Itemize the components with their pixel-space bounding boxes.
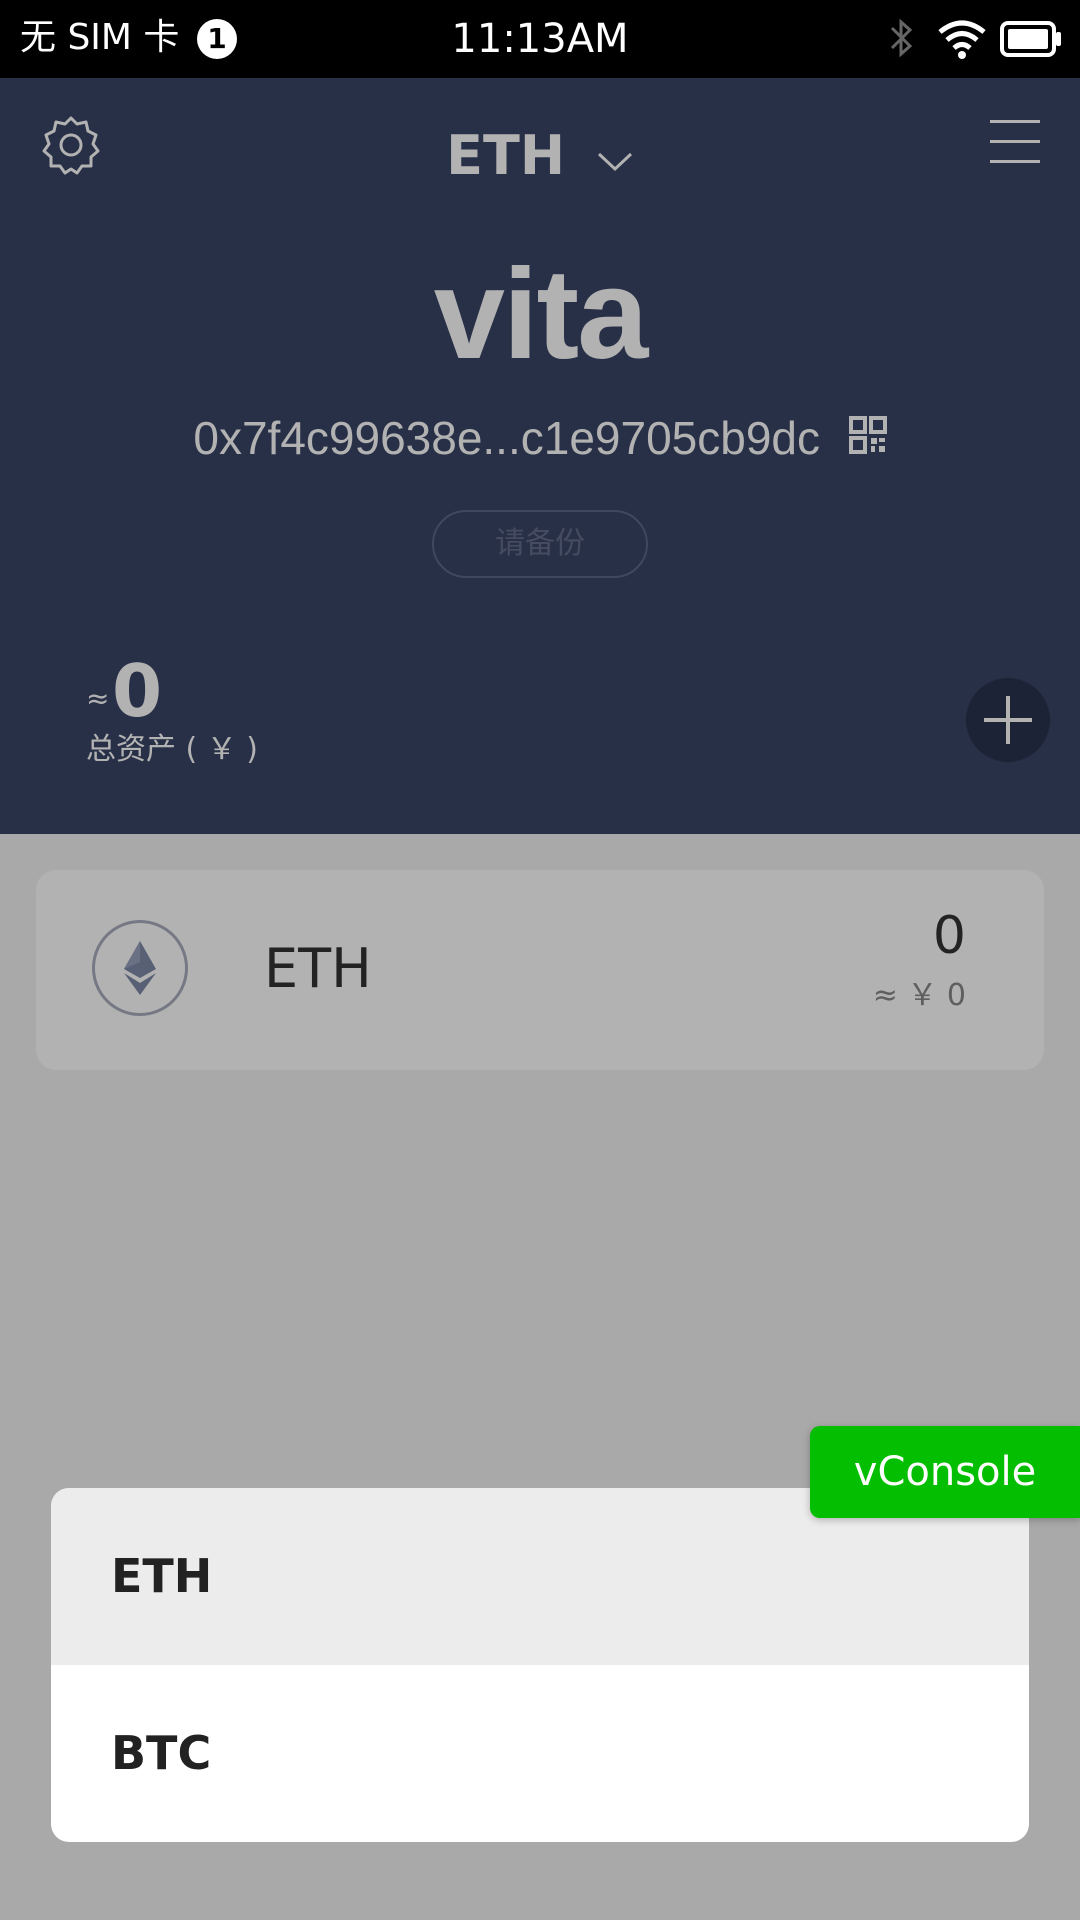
picker-option-btc[interactable]: BTC <box>51 1665 1029 1842</box>
status-time: 11:13AM <box>451 16 629 62</box>
battery-icon <box>1000 20 1062 62</box>
wifi-icon <box>936 16 988 64</box>
bluetooth-icon <box>884 16 918 64</box>
status-bar: 无 SIM 卡 1 11:13AM <box>0 0 1080 78</box>
vconsole-button[interactable]: vConsole <box>810 1426 1080 1518</box>
network-picker: ETH BTC <box>51 1488 1029 1842</box>
